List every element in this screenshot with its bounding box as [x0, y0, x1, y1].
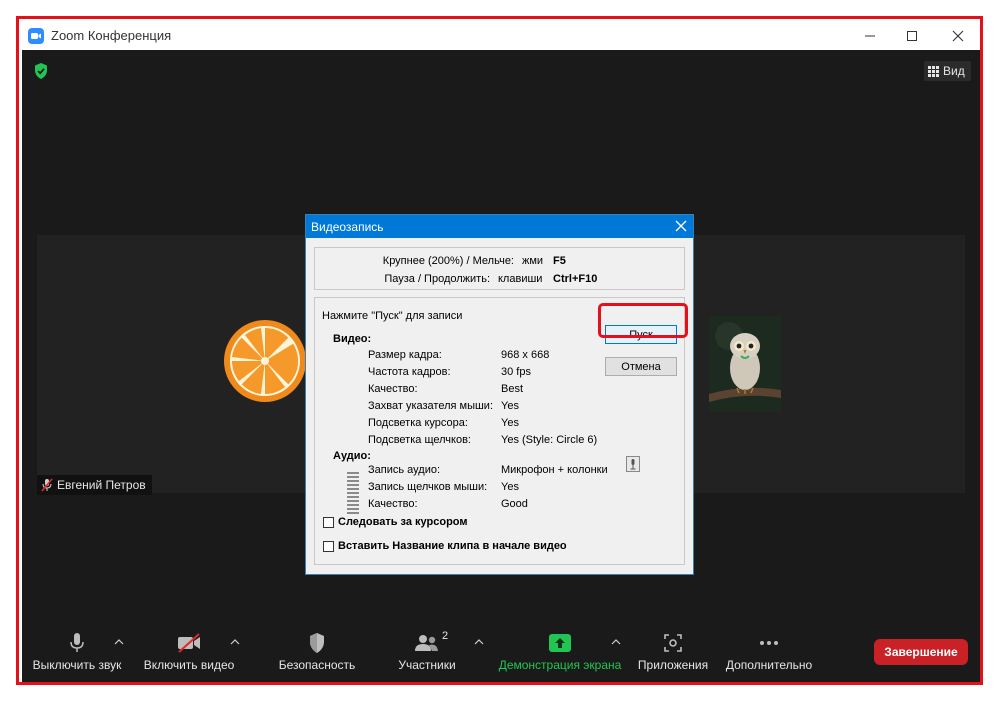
highlight-frame	[16, 16, 983, 685]
